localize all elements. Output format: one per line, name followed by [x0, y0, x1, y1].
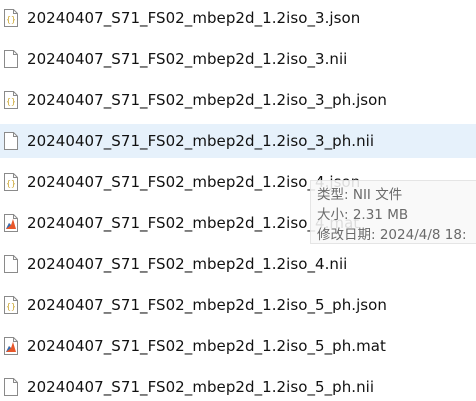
file-row[interactable]: {} 20240407_S71_FS02_mbep2d_1.2iso_3.jso… [0, 1, 476, 35]
file-row[interactable]: 20240407_S71_FS02_mbep2d_1.2iso_5_ph.mat [0, 329, 476, 363]
file-row[interactable]: 20240407_S71_FS02_mbep2d_1.2iso_3.nii [0, 42, 476, 76]
file-name: 20240407_S71_FS02_mbep2d_1.2iso_5_ph.mat [27, 337, 386, 355]
json-file-icon: {} [4, 9, 18, 27]
matlab-file-icon [4, 214, 18, 232]
tooltip-modified: 修改日期: 2024/4/8 18: [317, 227, 467, 243]
tooltip-size: 大小: 2.31 MB [317, 207, 409, 223]
file-row[interactable]: 20240407_S71_FS02_mbep2d_1.2iso_5_ph.nii [0, 370, 476, 401]
blank-file-icon [4, 378, 18, 396]
file-row[interactable]: {} 20240407_S71_FS02_mbep2d_1.2iso_5_ph.… [0, 288, 476, 322]
file-name: 20240407_S71_FS02_mbep2d_1.2iso_3.json [27, 9, 361, 27]
file-list: {} 20240407_S71_FS02_mbep2d_1.2iso_3.jso… [0, 0, 476, 401]
file-row[interactable]: 20240407_S71_FS02_mbep2d_1.2iso_4.nii [0, 247, 476, 281]
tooltip-type: 类型: NII 文件 [317, 187, 403, 203]
file-name: 20240407_S71_FS02_mbep2d_1.2iso_3_ph.nii [27, 132, 375, 150]
blank-file-icon [4, 255, 18, 273]
svg-text:{}: {} [6, 15, 16, 24]
json-file-icon: {} [4, 296, 18, 314]
file-name: 20240407_S71_FS02_mbep2d_1.2iso_4.nii [27, 255, 348, 273]
json-file-icon: {} [4, 91, 18, 109]
file-row[interactable]: {} 20240407_S71_FS02_mbep2d_1.2iso_3_ph.… [0, 83, 476, 117]
file-info-tooltip: 类型: NII 文件 大小: 2.31 MB 修改日期: 2024/4/8 18… [310, 180, 476, 244]
file-row-selected[interactable]: 20240407_S71_FS02_mbep2d_1.2iso_3_ph.nii [0, 124, 476, 158]
svg-text:{}: {} [6, 302, 16, 311]
blank-file-icon [4, 132, 18, 150]
svg-text:{}: {} [6, 179, 16, 188]
json-file-icon: {} [4, 173, 18, 191]
file-name: 20240407_S71_FS02_mbep2d_1.2iso_5_ph.nii [27, 378, 375, 396]
file-name: 20240407_S71_FS02_mbep2d_1.2iso_3.nii [27, 50, 348, 68]
svg-text:{}: {} [6, 97, 16, 106]
file-name: 20240407_S71_FS02_mbep2d_1.2iso_3_ph.jso… [27, 91, 387, 109]
matlab-file-icon [4, 337, 18, 355]
blank-file-icon [4, 50, 18, 68]
file-name: 20240407_S71_FS02_mbep2d_1.2iso_5_ph.jso… [27, 296, 387, 314]
